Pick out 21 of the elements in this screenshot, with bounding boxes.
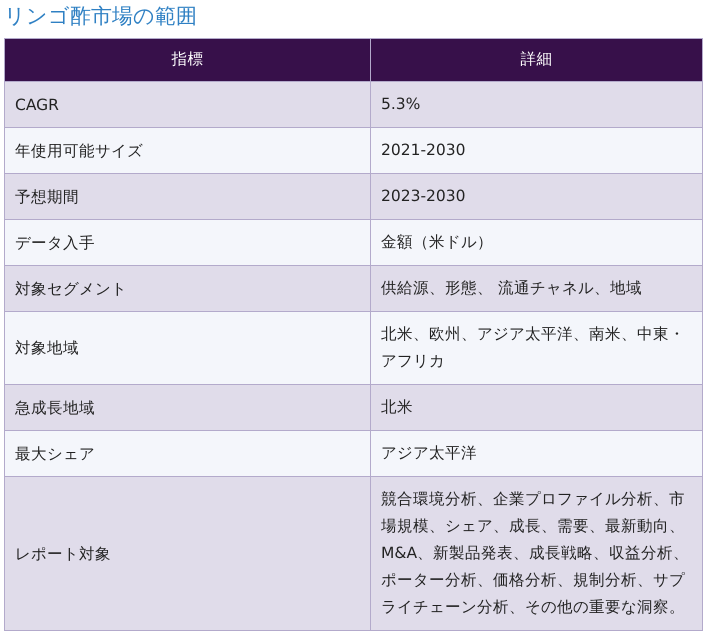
table-cell: 予想期間 xyxy=(4,174,370,220)
table-cell: 最大シェア xyxy=(4,430,370,476)
table-cell: 北米 xyxy=(370,384,702,430)
table-cell: 年使用可能サイズ xyxy=(4,128,370,174)
table-cell: CAGR xyxy=(4,82,370,128)
table-cell: 供給源、形態、 流通チャネル、地域 xyxy=(370,266,702,312)
page-title: リンゴ酢市場の範囲 xyxy=(4,3,198,30)
table-cell: 急成長地域 xyxy=(4,384,370,430)
column-header: 指標 xyxy=(4,38,370,82)
table-cell: データ入手 xyxy=(4,220,370,266)
column-header: 詳細 xyxy=(370,38,702,82)
table-cell: アジア太平洋 xyxy=(370,430,702,476)
table-cell: 北米、欧州、アジア太平洋、南米、中東・アフリカ xyxy=(370,312,702,384)
table-cell: 5.3% xyxy=(370,82,702,128)
table-cell: 2023-2030 xyxy=(370,174,702,220)
table-cell: 対象セグメント xyxy=(4,266,370,312)
table-cell: 対象地域 xyxy=(4,312,370,384)
table-cell: 金額（米ドル） xyxy=(370,220,702,266)
table-cell: レポート対象 xyxy=(4,476,370,630)
table-cell: 2021-2030 xyxy=(370,128,702,174)
table-cell: 競合環境分析、企業プロファイル分析、市場規模、シェア、成長、需要、最新動向、M&A、新製品発表、成長戦略、収益分析、ポーター分析、価格分析、規制分析、サプライチェーン分析、その他の重要な洞察。 xyxy=(370,476,702,630)
